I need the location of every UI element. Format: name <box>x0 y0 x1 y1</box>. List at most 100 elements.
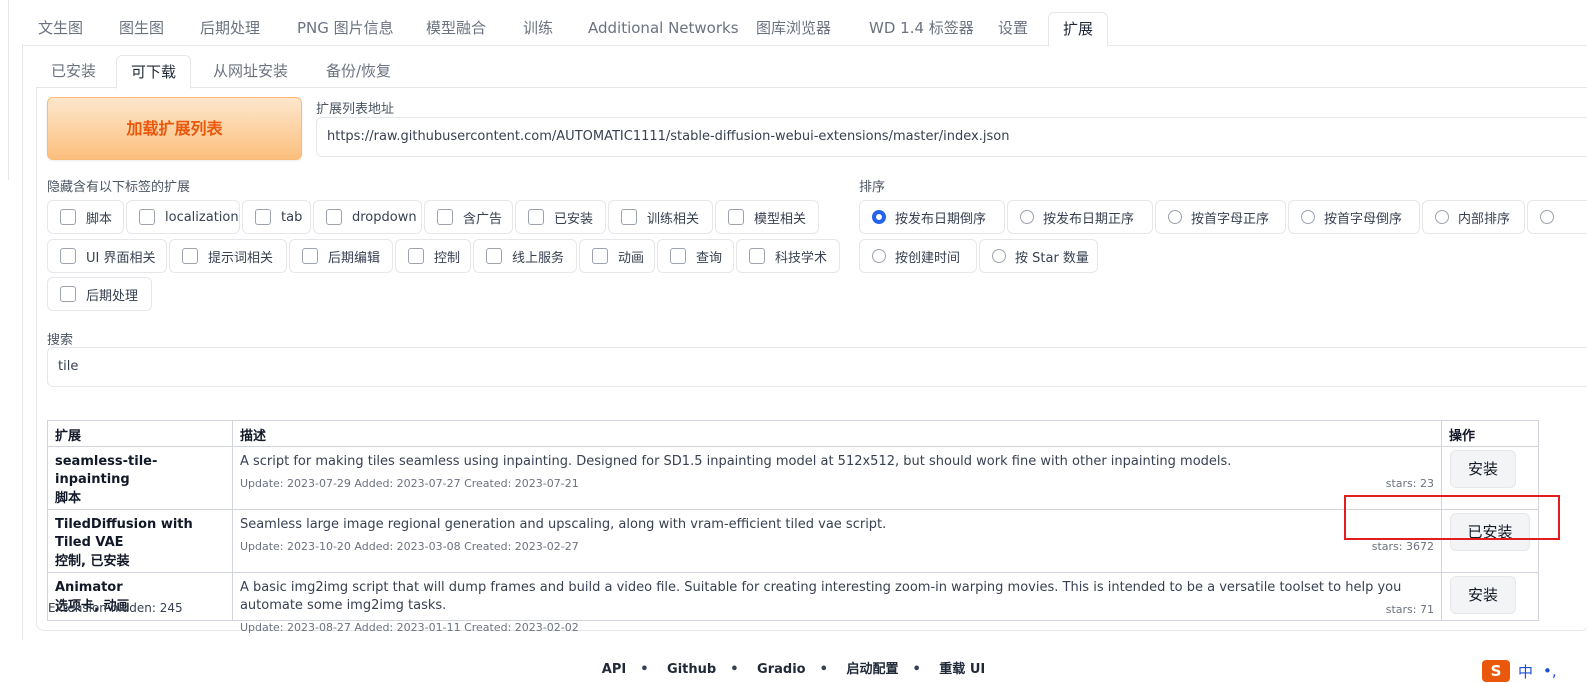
tab-extensions[interactable]: 扩展 <box>1048 12 1109 47</box>
checkbox-icon <box>255 209 271 225</box>
checkbox-icon <box>302 248 318 264</box>
checkbox-icon <box>326 209 342 225</box>
extension-stars: stars: 3672 <box>1371 540 1434 553</box>
ime-indicator[interactable]: S 中 •, <box>1482 660 1557 682</box>
hide-tag-checkbox[interactable]: 控制 <box>395 239 471 273</box>
sort-option[interactable]: 按 Star 数量 <box>979 239 1098 273</box>
hide-tag-checkbox[interactable]: 动画 <box>579 239 655 273</box>
install-button[interactable]: 安装 <box>1449 450 1516 488</box>
hide-tags-label: 隐藏含有以下标签的扩展 <box>47 180 191 195</box>
tab-install-from-url[interactable]: 从网址安装 <box>213 55 288 87</box>
column-header: 描述 <box>231 420 1442 447</box>
checkbox-icon <box>528 209 544 225</box>
hide-tag-checkbox[interactable]: 已安装 <box>515 200 606 234</box>
radio-icon <box>992 249 1006 263</box>
tab-postprocess[interactable]: 后期处理 <box>200 12 260 45</box>
extension-name-link[interactable]: seamless-tile-inpainting <box>55 453 225 489</box>
checkbox-icon <box>621 209 637 225</box>
checkbox-icon <box>182 248 198 264</box>
table-row: seamless-tile-inpainting 脚本 A script for … <box>47 446 1540 510</box>
extension-index-url-field[interactable]: https://raw.githubusercontent.com/AUTOMA… <box>316 117 1587 157</box>
hide-tag-checkbox[interactable]: tab <box>242 200 311 234</box>
tab-txt2img[interactable]: 文生图 <box>38 12 83 45</box>
sort-option-overflow[interactable] <box>1527 200 1587 234</box>
checkbox-icon <box>486 248 502 264</box>
tab-additional-networks[interactable]: Additional Networks <box>588 12 739 45</box>
footer-links: API • Github • Gradio • 启动配置 • 重载 UI <box>0 658 1587 677</box>
radio-icon <box>1020 210 1034 224</box>
hide-tag-checkbox[interactable]: 线上服务 <box>473 239 577 273</box>
column-header: 操作 <box>1440 420 1540 447</box>
extension-dates: Update: 2023-07-29 Added: 2023-07-27 Cre… <box>239 477 579 490</box>
extension-description: A script for making tiles seamless using… <box>239 454 1232 469</box>
install-button[interactable]: 安装 <box>1449 576 1516 614</box>
tab-available[interactable]: 可下载 <box>116 55 192 89</box>
footer-startup-profile-link[interactable]: 启动配置 <box>846 662 898 677</box>
tab-train[interactable]: 训练 <box>523 12 553 45</box>
sort-option[interactable]: 按发布日期正序 <box>1007 200 1153 234</box>
radio-icon <box>1540 210 1554 224</box>
hide-tag-checkbox[interactable]: UI 界面相关 <box>47 239 167 273</box>
checkbox-icon <box>408 248 424 264</box>
hide-tag-checkbox[interactable]: 后期处理 <box>47 277 152 311</box>
table-header-row: 扩展 描述 操作 <box>47 420 1540 447</box>
ime-language: 中 <box>1518 662 1534 681</box>
checkbox-icon <box>592 248 608 264</box>
hide-tag-checkbox[interactable]: 模型相关 <box>715 200 819 234</box>
hide-tag-checkbox[interactable]: 查询 <box>657 239 734 273</box>
ime-punctuation-icon: •, <box>1543 662 1557 680</box>
search-label: 搜索 <box>47 333 74 348</box>
radio-icon <box>1301 210 1315 224</box>
separator-dot: • <box>819 662 828 677</box>
checkbox-icon <box>728 209 744 225</box>
sub-tab-bar: 已安装 可下载 从网址安装 备份/恢复 <box>36 55 1587 89</box>
radio-icon <box>872 249 886 263</box>
radio-icon <box>1168 210 1182 224</box>
hide-tag-checkbox[interactable]: 后期编辑 <box>289 239 393 273</box>
extension-name-link[interactable]: Animator <box>55 579 225 597</box>
extension-stars: stars: 23 <box>1385 477 1434 490</box>
left-edge <box>0 0 9 180</box>
footer-github-link[interactable]: Github <box>667 662 716 677</box>
tab-png-info[interactable]: PNG 图片信息 <box>297 12 394 45</box>
extension-tags: 控制, 已安装 <box>55 554 130 569</box>
sort-label: 排序 <box>859 180 886 195</box>
column-header: 扩展 <box>47 420 233 447</box>
hide-tag-checkbox[interactable]: 含广告 <box>424 200 513 234</box>
extension-description: Seamless large image regional generation… <box>239 517 887 532</box>
tab-wd-tagger[interactable]: WD 1.4 标签器 <box>869 12 974 45</box>
tab-backup-restore[interactable]: 备份/恢复 <box>326 55 391 87</box>
hide-tag-checkbox[interactable]: dropdown <box>313 200 422 234</box>
tab-gallery[interactable]: 图库浏览器 <box>756 12 831 45</box>
hide-tag-checkbox[interactable]: 提示词相关 <box>169 239 287 273</box>
highlight-box <box>1344 495 1560 540</box>
hide-tag-checkbox[interactable]: 科技学术 <box>736 239 840 273</box>
footer-api-link[interactable]: API <box>602 662 626 677</box>
sort-option[interactable]: 按创建时间 <box>859 239 977 273</box>
sort-option[interactable]: 按发布日期倒序 <box>859 200 1005 234</box>
sort-option[interactable]: 按首字母倒序 <box>1288 200 1420 234</box>
tab-settings[interactable]: 设置 <box>998 12 1028 45</box>
sort-option[interactable]: 内部排序 <box>1422 200 1525 234</box>
extension-dates: Update: 2023-08-27 Added: 2023-01-11 Cre… <box>239 621 579 634</box>
ime-logo-icon: S <box>1482 660 1510 682</box>
hide-tag-checkbox[interactable]: 训练相关 <box>608 200 713 234</box>
hide-tag-checkbox[interactable]: 脚本 <box>47 200 124 234</box>
footer-gradio-link[interactable]: Gradio <box>757 662 806 677</box>
tab-merge[interactable]: 模型融合 <box>426 12 486 45</box>
checkbox-icon <box>60 209 76 225</box>
separator-dot: • <box>730 662 739 677</box>
extension-name-link[interactable]: TiledDiffusion with Tiled VAE <box>55 516 225 552</box>
search-input[interactable]: tile <box>47 347 1587 387</box>
hidden-extension-count: Extension hidden: 245 <box>48 601 183 615</box>
radio-selected-icon <box>872 210 886 224</box>
tab-img2img[interactable]: 图生图 <box>119 12 164 45</box>
main-tab-bar: 文生图 图生图 后期处理 PNG 图片信息 模型融合 训练 Additional… <box>22 12 1587 47</box>
extension-tags: 脚本 <box>55 491 82 506</box>
extension-dates: Update: 2023-10-20 Added: 2023-03-08 Cre… <box>239 540 579 553</box>
sort-option[interactable]: 按首字母正序 <box>1155 200 1286 234</box>
footer-reload-ui-link[interactable]: 重载 UI <box>939 662 985 677</box>
hide-tag-checkbox[interactable]: localization <box>126 200 240 234</box>
load-extension-list-button[interactable]: 加载扩展列表 <box>47 97 302 160</box>
tab-installed[interactable]: 已安装 <box>51 55 96 87</box>
